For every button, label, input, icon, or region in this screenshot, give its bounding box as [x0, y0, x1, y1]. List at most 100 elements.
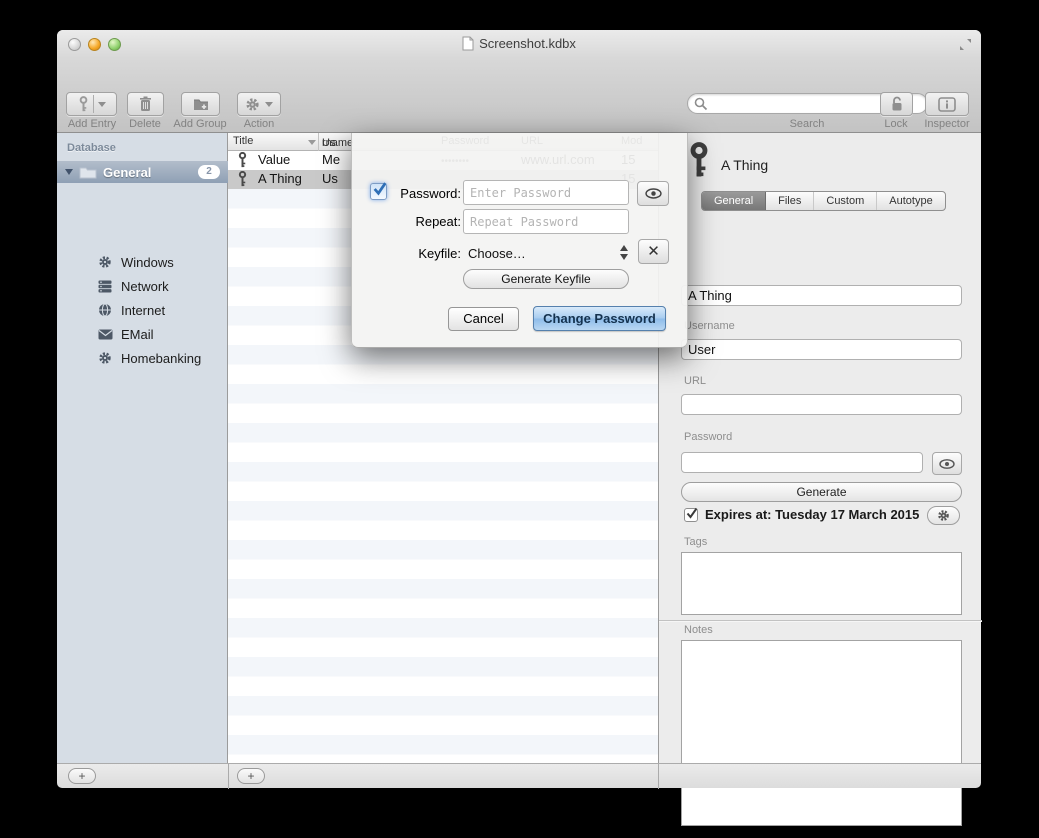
pane-divider	[228, 764, 229, 789]
sidebar-item-label: Network	[121, 279, 169, 294]
app-window: Screenshot.kdbx Add Entry Delete Add G	[57, 30, 981, 758]
globe-icon	[97, 303, 113, 317]
action-button[interactable]	[237, 92, 281, 116]
server-icon	[97, 280, 113, 293]
change-password-button[interactable]: Change Password	[533, 306, 666, 331]
sidebar-group-general[interactable]: General 2	[57, 161, 228, 183]
add-group-footer-button[interactable]: +	[68, 768, 96, 784]
cell-username: Me	[322, 152, 340, 167]
expires-options-button[interactable]	[927, 506, 960, 525]
chevron-down-icon	[98, 102, 106, 107]
cancel-button[interactable]: Cancel	[448, 307, 519, 331]
delete-label: Delete	[129, 118, 161, 130]
footer-bar: + +	[57, 763, 981, 788]
repeat-label: Repeat:	[356, 214, 461, 229]
reveal-password-button[interactable]	[932, 452, 962, 475]
sidebar-item-homebanking[interactable]: Homebanking	[57, 346, 228, 370]
gear-icon	[97, 255, 113, 269]
group-label: General	[103, 165, 151, 180]
sidebar-item-internet[interactable]: Internet	[57, 298, 228, 322]
tab-general[interactable]: General	[702, 192, 766, 210]
lock-button[interactable]	[880, 92, 913, 116]
url-field[interactable]	[681, 394, 962, 415]
keyfile-dropdown[interactable]: Choose…	[468, 246, 526, 261]
folder-icon	[79, 165, 97, 179]
unlock-icon	[890, 96, 904, 112]
add-entry-label: Add Entry	[68, 118, 116, 130]
add-group-button[interactable]	[181, 92, 220, 116]
sidebar-item-windows[interactable]: Windows	[57, 250, 228, 274]
search-icon	[694, 97, 708, 111]
column-header-title[interactable]: Title	[233, 135, 253, 147]
cell-title: Value	[258, 152, 290, 167]
sidebar-item-label: EMail	[121, 327, 154, 342]
group-sidebar: Database General 2 Windows Network Inter…	[57, 133, 228, 763]
toolbar: Add Entry Delete Add Group Action Search	[57, 58, 981, 133]
cell-username: Us	[322, 171, 338, 186]
password-input[interactable]	[463, 180, 629, 205]
expires-checkbox[interactable]	[684, 508, 698, 522]
reveal-password-button[interactable]	[637, 181, 669, 206]
notes-field[interactable]	[681, 640, 962, 826]
title-field[interactable]	[681, 285, 962, 306]
tab-autotype[interactable]: Autotype	[877, 192, 944, 210]
sidebar-item-email[interactable]: EMail	[57, 322, 228, 346]
tab-files[interactable]: Files	[766, 192, 814, 210]
expires-row: Expires at: Tuesday 17 March 2015	[684, 507, 919, 522]
tags-field[interactable]	[681, 552, 962, 615]
action-label: Action	[244, 118, 275, 130]
sidebar-item-label: Internet	[121, 303, 165, 318]
gear-icon	[97, 351, 113, 365]
repeat-input[interactable]	[463, 209, 629, 234]
disclosure-triangle-icon[interactable]	[65, 169, 73, 175]
eye-icon	[645, 188, 662, 199]
key-icon	[237, 152, 248, 171]
search-label: Search	[790, 118, 825, 130]
key-icon	[78, 96, 89, 112]
gear-icon	[245, 97, 260, 112]
notes-label: Notes	[684, 624, 713, 636]
add-entry-button[interactable]	[66, 92, 117, 116]
inspector-button[interactable]	[925, 92, 969, 116]
tags-label: Tags	[684, 536, 707, 548]
fullscreen-icon[interactable]	[958, 37, 973, 57]
generate-keyfile-button[interactable]: Generate Keyfile	[463, 269, 629, 289]
info-panel-icon	[938, 97, 956, 112]
folder-plus-icon	[193, 97, 209, 111]
window-title: Screenshot.kdbx	[57, 36, 981, 54]
url-label: URL	[684, 375, 706, 387]
pane-divider	[658, 764, 659, 789]
sidebar-item-network[interactable]: Network	[57, 274, 228, 298]
password-field[interactable]	[681, 452, 923, 473]
chevron-down-icon	[265, 102, 273, 107]
password-label: Password	[684, 431, 732, 443]
split-divider	[93, 95, 94, 113]
sidebar-section-header: Database	[67, 142, 116, 154]
entry-title: A Thing	[721, 157, 768, 173]
column-divider[interactable]	[318, 133, 319, 151]
title-bar[interactable]: Screenshot.kdbx	[57, 30, 981, 58]
stepper-icon[interactable]	[620, 245, 628, 260]
add-entry-footer-button[interactable]: +	[237, 768, 265, 784]
cell-title: A Thing	[258, 171, 302, 186]
lock-label: Lock	[884, 118, 907, 130]
generate-password-button[interactable]: Generate	[681, 482, 962, 502]
document-icon	[462, 36, 474, 54]
trash-icon	[139, 96, 152, 112]
gear-icon	[937, 509, 950, 522]
section-divider	[659, 620, 982, 621]
username-label: Username	[684, 320, 735, 332]
delete-button[interactable]	[127, 92, 164, 116]
username-field[interactable]	[681, 339, 962, 360]
clear-keyfile-button[interactable]: ✕	[638, 239, 669, 264]
content-area: Database General 2 Windows Network Inter…	[57, 133, 981, 763]
sidebar-item-label: Homebanking	[121, 351, 201, 366]
inspector-tabs: General Files Custom Autotype	[701, 191, 946, 211]
key-icon	[687, 142, 711, 184]
checkmark-icon	[685, 507, 699, 520]
change-password-sheet: Password: Repeat: Keyfile: Choose… ✕ Gen…	[351, 133, 688, 348]
tab-custom[interactable]: Custom	[814, 192, 877, 210]
inspector-panel: A Thing General Files Custom Autotype Us…	[658, 133, 981, 763]
eye-icon	[939, 459, 955, 469]
sidebar-item-label: Windows	[121, 255, 174, 270]
